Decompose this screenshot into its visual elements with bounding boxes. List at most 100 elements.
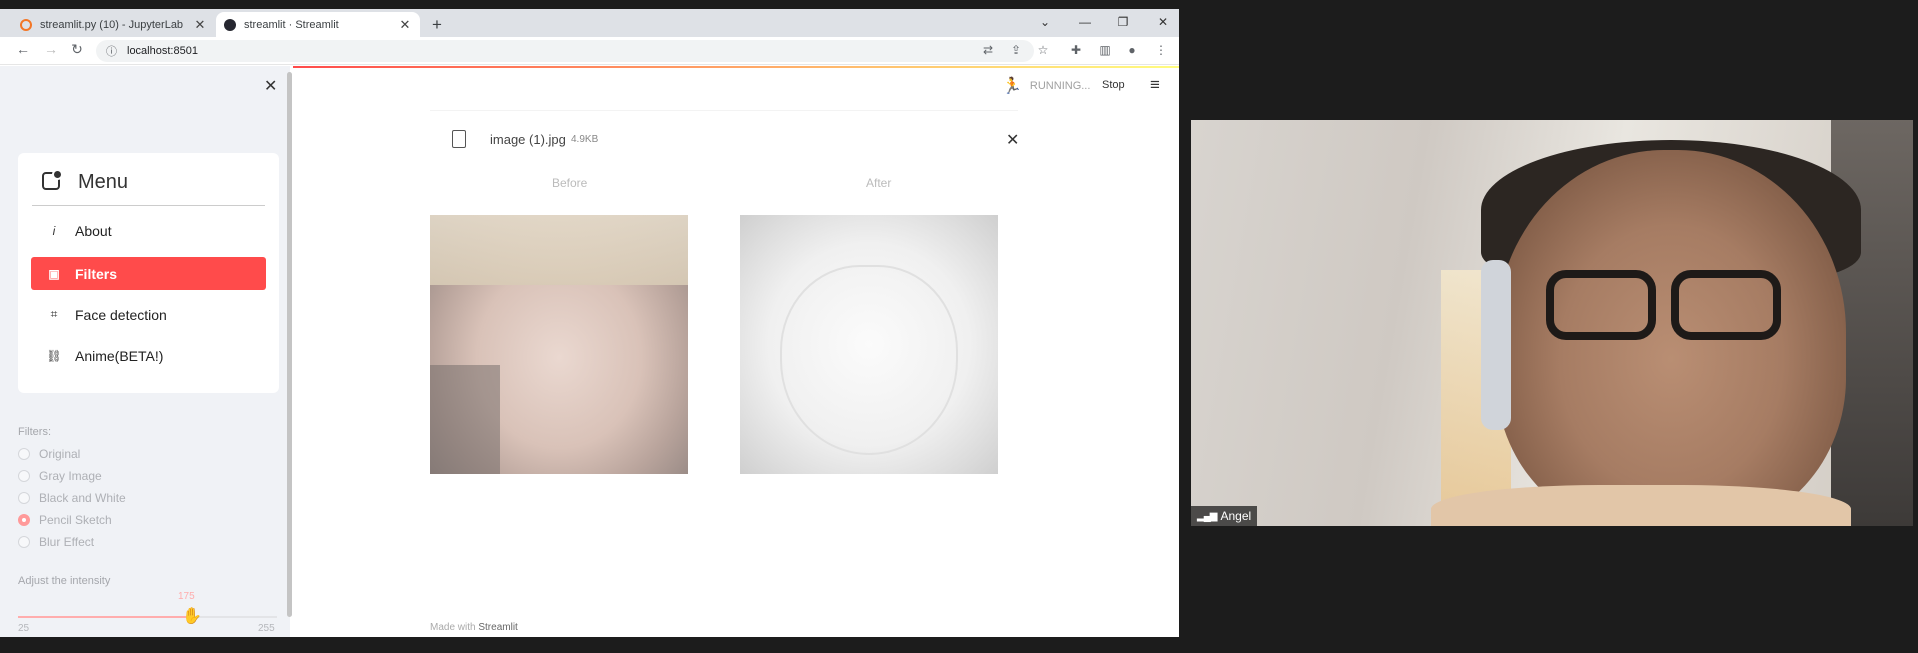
before-image <box>430 215 688 474</box>
participant-name-tag: ▂▄▆ Angel <box>1191 506 1258 526</box>
slider-min: 25 <box>18 623 30 634</box>
tab-close-icon[interactable]: ✕ <box>193 17 207 33</box>
menu-item-anime[interactable]: ⛓ Anime(BETA!) <box>31 339 266 372</box>
sketch-outline <box>780 265 958 455</box>
radio-label: Blur Effect <box>39 535 95 549</box>
tab-strip: streamlit.py (10) - JupyterLab ✕ streaml… <box>0 9 1179 37</box>
after-image <box>740 215 998 474</box>
extensions-icon[interactable]: ✚ <box>1068 43 1084 57</box>
glasses-left-lens <box>1546 270 1656 340</box>
option-menu: Menu i About ▣ Filters ⌗ Face detection <box>18 153 279 393</box>
streamlit-favicon-icon <box>224 18 236 31</box>
forward-icon[interactable]: → <box>42 41 60 57</box>
tab-label: streamlit · Streamlit <box>244 18 339 31</box>
face-scan-icon: ⌗ <box>50 307 58 321</box>
after-caption: After <box>866 176 892 190</box>
menu-item-label: Filters <box>75 265 118 282</box>
video-call-feed: ▂▄▆ Angel <box>1191 120 1913 526</box>
tab-close-icon[interactable]: ✕ <box>398 17 412 33</box>
link-icon: ⛓ <box>46 348 62 363</box>
filter-radio-black-white[interactable]: Black and White <box>18 491 126 505</box>
restore-icon[interactable]: ❐ <box>1114 15 1132 29</box>
profile-icon[interactable]: ● <box>1124 43 1140 57</box>
running-label: RUNNING... <box>1029 80 1091 92</box>
side-panel-icon[interactable]: ▥ <box>1097 43 1113 57</box>
stop-button[interactable]: Stop <box>1102 79 1125 91</box>
file-icon <box>452 130 466 148</box>
remove-file-icon[interactable]: ✕ <box>1006 130 1019 150</box>
menu-item-label: About <box>75 222 112 239</box>
radio-circle-selected[interactable] <box>18 514 30 526</box>
window-close-icon[interactable]: ✕ <box>1154 15 1172 29</box>
filter-radio-blur[interactable]: Blur Effect <box>18 535 94 549</box>
uploaded-file-size: 4.9KB <box>571 134 599 145</box>
menu-item-about[interactable]: i About <box>31 214 266 247</box>
slider-max: 255 <box>258 623 275 634</box>
filter-radio-gray[interactable]: Gray Image <box>18 469 102 483</box>
footer-prefix: Made with <box>430 622 476 633</box>
menu-item-filters[interactable]: ▣ Filters <box>31 257 266 290</box>
filters-label: Filters: <box>18 426 51 438</box>
sidebar-scrollbar[interactable] <box>287 72 292 617</box>
filter-radio-pencil-sketch[interactable]: Pencil Sketch <box>18 513 112 527</box>
before-caption: Before <box>552 176 588 190</box>
participant-name: Angel <box>1220 509 1252 523</box>
menu-divider <box>32 205 265 206</box>
person-shirt <box>1431 485 1851 526</box>
radio-circle[interactable] <box>18 536 30 548</box>
photo-hair-region <box>430 215 688 285</box>
hamburger-menu-icon[interactable]: ≡ <box>1150 75 1160 95</box>
tab-label: streamlit.py (10) - JupyterLab <box>40 18 184 31</box>
menu-item-label: Face detection <box>75 306 167 323</box>
browser-menu-icon[interactable]: ⋮ <box>1153 43 1169 57</box>
intensity-slider[interactable] <box>18 616 277 618</box>
slider-value: 175 <box>178 591 195 602</box>
uploaded-file-name: image (1).jpg <box>490 132 566 147</box>
sidebar-close-icon[interactable]: ✕ <box>264 76 277 96</box>
menu-title: Menu <box>78 171 129 193</box>
translate-icon[interactable]: ⇄ <box>980 43 996 57</box>
browser-toolbar: ← → ↻ ⓘ localhost:8501 ⇄ ⇪ ☆ ✚ ▥ ● ⋮ <box>0 37 1179 65</box>
new-tab-icon[interactable]: + <box>432 16 442 33</box>
running-status: 🏃 RUNNING... <box>1002 76 1090 96</box>
filter-radio-original[interactable]: Original <box>18 447 80 461</box>
footer-brand-link[interactable]: Streamlit <box>478 622 517 633</box>
footer: Made with Streamlit <box>430 622 518 633</box>
headphone <box>1481 260 1511 430</box>
streamlit-page: ✕ Menu i About ▣ Filters ⌗ Face detectio… <box>0 66 1179 637</box>
tab-streamlit[interactable]: streamlit · Streamlit ✕ <box>216 12 420 37</box>
screen: streamlit.py (10) - JupyterLab ✕ streaml… <box>0 0 1918 653</box>
menu-app-icon <box>42 169 63 190</box>
sidebar: ✕ Menu i About ▣ Filters ⌗ Face detectio… <box>0 66 292 637</box>
url-text: localhost:8501 <box>127 45 198 57</box>
running-man-icon: 🏃 <box>1002 78 1022 95</box>
hand-cursor-icon[interactable]: ✋ <box>182 606 202 626</box>
menu-item-label: Anime(BETA!) <box>75 347 164 364</box>
back-icon[interactable]: ← <box>14 41 32 57</box>
info-icon: i <box>52 223 56 238</box>
jupyter-favicon-icon <box>20 18 32 31</box>
minimize-icon[interactable]: — <box>1076 15 1094 29</box>
radio-circle[interactable] <box>18 448 30 460</box>
menu-item-face-detection[interactable]: ⌗ Face detection <box>31 298 266 331</box>
bookmark-star-icon[interactable]: ☆ <box>1035 43 1051 57</box>
slider-label: Adjust the intensity <box>18 575 111 587</box>
browser-window: streamlit.py (10) - JupyterLab ✕ streaml… <box>0 9 1179 637</box>
radio-circle[interactable] <box>18 470 30 482</box>
address-bar[interactable]: ⓘ localhost:8501 <box>96 40 1034 62</box>
reload-icon[interactable]: ↻ <box>68 41 86 58</box>
divider <box>430 110 1018 111</box>
glasses-right-lens <box>1671 270 1781 340</box>
person-face <box>1496 150 1846 526</box>
image-icon: ▣ <box>48 266 60 281</box>
signal-bars-icon: ▂▄▆ <box>1197 510 1217 522</box>
radio-label: Original <box>39 447 81 461</box>
share-icon[interactable]: ⇪ <box>1008 43 1024 57</box>
tab-search-icon[interactable]: ⌄ <box>1036 15 1054 29</box>
site-info-icon[interactable]: ⓘ <box>106 43 117 59</box>
radio-label: Black and White <box>39 491 126 505</box>
radio-circle[interactable] <box>18 492 30 504</box>
photo-shadow-region <box>430 365 500 474</box>
tab-jupyterlab[interactable]: streamlit.py (10) - JupyterLab ✕ <box>12 12 215 37</box>
radio-label: Pencil Sketch <box>39 513 112 527</box>
